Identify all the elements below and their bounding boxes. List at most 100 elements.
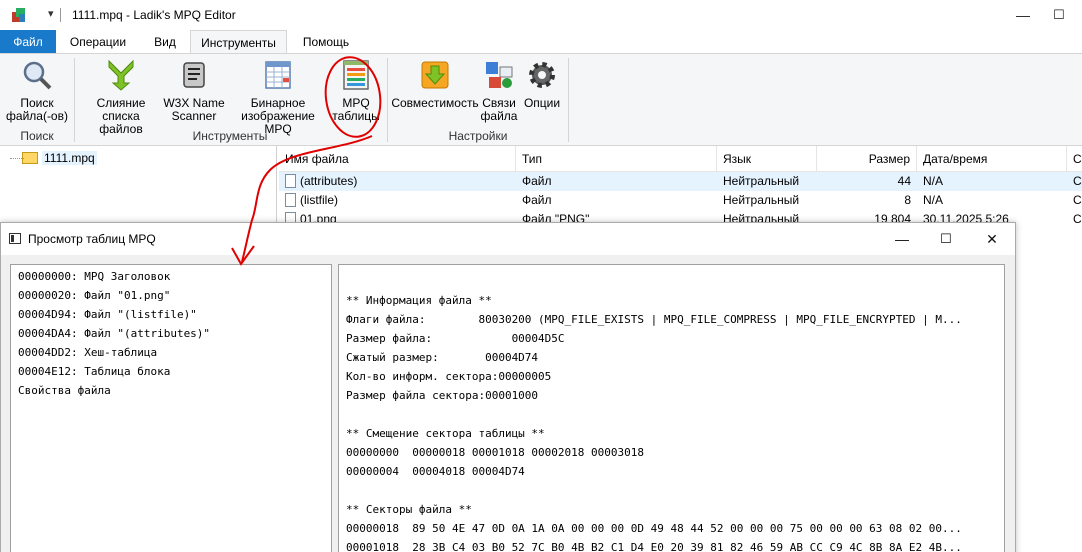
detail-line: Кол-во информ. сектора:00000005 xyxy=(346,370,552,383)
binary-table-icon xyxy=(265,61,291,89)
dialog-title: Просмотр таблиц MPQ xyxy=(28,232,156,246)
group-label-settings: Настройки xyxy=(448,129,508,143)
scroll-icon xyxy=(183,62,205,88)
tab-operations[interactable]: Операции xyxy=(58,30,138,54)
options-button[interactable]: Опции xyxy=(520,59,564,110)
list-item[interactable]: 00004DD2: Хеш-таблица xyxy=(18,343,157,362)
merge-arrow-icon xyxy=(108,59,134,91)
app-icon[interactable] xyxy=(10,6,28,24)
file-date: N/A xyxy=(923,174,944,188)
file-extra: C xyxy=(1073,174,1082,188)
group-label-search: Поиск xyxy=(20,129,54,143)
w3x-label-2: Scanner xyxy=(171,109,217,123)
group-separator xyxy=(568,58,569,142)
options-label: Опции xyxy=(523,96,561,110)
merge-listfile-button[interactable]: Слияние списка файлов xyxy=(80,59,162,136)
file-list: Имя файла Тип Язык Размер Дата/время С (… xyxy=(279,146,1082,226)
file-extra: C xyxy=(1073,193,1082,207)
detail-line: ** Секторы файла ** xyxy=(346,503,472,516)
group-separator xyxy=(387,58,388,142)
table-row[interactable]: (attributes) Файл Нейтральный 44 N/A C xyxy=(279,172,1082,191)
detail-line: ** Смещение сектора таблицы ** xyxy=(346,427,545,440)
magnifier-icon xyxy=(23,61,52,90)
list-item[interactable]: 00004DA4: Файл "(attributes)" xyxy=(18,324,210,343)
tree-root-label: 1111.mpq xyxy=(42,151,97,165)
file-name: (attributes) xyxy=(300,174,358,188)
column-header-more[interactable]: С xyxy=(1067,146,1082,172)
list-item[interactable]: 00004D94: Файл "(listfile)" xyxy=(18,305,197,324)
title-bar: ▾ 1111.mpq - Ladik's MPQ Editor — ☐ xyxy=(0,0,1082,30)
tab-file[interactable]: Файл xyxy=(0,30,56,54)
ribbon-panel: Поиск файла(-ов) Поиск Слияние списка фа… xyxy=(0,53,1082,146)
dialog-minimize-button[interactable]: — xyxy=(879,223,925,255)
detail-line: Размер файла сектора:00001000 xyxy=(346,389,539,402)
file-icon xyxy=(285,174,296,188)
mpq-tables-icon xyxy=(343,60,369,90)
group-separator xyxy=(74,58,75,142)
tab-view[interactable]: Вид xyxy=(140,30,190,54)
column-header-size[interactable]: Размер xyxy=(817,146,917,172)
list-item[interactable]: 00000000: MPQ Заголовок xyxy=(18,267,170,286)
column-header-type[interactable]: Тип xyxy=(516,146,717,172)
details-view[interactable]: ** Информация файла ** Флаги файла: 8003… xyxy=(338,264,1005,552)
file-language: Нейтральный xyxy=(723,193,800,207)
mpq-tables-dialog: Просмотр таблиц MPQ — ☐ ✕ 00000000: MPQ … xyxy=(0,222,1016,552)
compatibility-button[interactable]: Совместимость xyxy=(391,59,479,110)
file-name: (listfile) xyxy=(300,193,338,207)
structure-list[interactable]: 00000000: MPQ Заголовок 00000020: Файл "… xyxy=(10,264,332,552)
detail-line: Размер файла: 00004D5C xyxy=(346,332,565,345)
quick-access-dropdown-icon[interactable]: ▾ xyxy=(48,7,54,20)
detail-line: Флаги файла: 80030200 (MPQ_FILE_EXISTS |… xyxy=(346,313,962,326)
file-language: Нейтральный xyxy=(723,174,800,188)
dialog-title-bar: Просмотр таблиц MPQ — ☐ ✕ xyxy=(1,223,1015,255)
ribbon-tabs: Файл Операции Вид Инструменты Помощь xyxy=(0,30,1082,54)
detail-line: 00001018 28 3B C4 03 B0 52 7C B0 4B B2 C… xyxy=(346,541,962,552)
list-item[interactable]: Свойства файла xyxy=(18,381,111,400)
list-item[interactable]: 00000020: Файл "01.png" xyxy=(18,286,170,305)
mpq-tables-button[interactable]: MPQ таблицы xyxy=(330,59,382,123)
detail-line: Сжатый размер: 00004D74 xyxy=(346,351,539,364)
table-row[interactable]: (listfile) Файл Нейтральный 8 N/A C xyxy=(279,191,1082,210)
search-files-label-2: файла(-ов) xyxy=(6,109,68,123)
file-size: 44 xyxy=(897,174,911,188)
associations-icon xyxy=(486,62,513,88)
maximize-button[interactable]: ☐ xyxy=(1036,0,1082,30)
window-title: 1111.mpq - Ladik's MPQ Editor xyxy=(72,8,236,22)
w3x-name-scanner-button[interactable]: W3X Name Scanner xyxy=(163,59,225,123)
file-icon xyxy=(285,193,296,207)
detail-line: 00000018 89 50 4E 47 0D 0A 1A 0A 00 00 0… xyxy=(346,522,962,535)
detail-line: 00000004 00004018 00004D74 xyxy=(346,465,525,478)
file-type: Файл xyxy=(522,193,552,207)
dialog-maximize-button[interactable]: ☐ xyxy=(923,223,969,255)
download-arrow-icon xyxy=(421,61,449,89)
detail-line: 00000000 00000018 00001018 00002018 0000… xyxy=(346,446,645,459)
file-name-cell: (listfile) xyxy=(285,191,338,210)
compat-label: Совместимость xyxy=(391,96,479,110)
folder-icon xyxy=(22,152,38,164)
mpq-tables-label-2: таблицы xyxy=(332,109,380,123)
tree-item-root[interactable]: 1111.mpq xyxy=(10,151,97,165)
window-icon xyxy=(9,233,21,244)
detail-line: ** Информация файла ** xyxy=(346,294,492,307)
file-size: 8 xyxy=(904,193,911,207)
dialog-close-button[interactable]: ✕ xyxy=(969,223,1015,255)
title-separator xyxy=(60,8,61,22)
column-header-datetime[interactable]: Дата/время xyxy=(917,146,1067,172)
column-header-language[interactable]: Язык xyxy=(717,146,817,172)
list-item[interactable]: 00004E12: Таблица блока xyxy=(18,362,170,381)
file-date: N/A xyxy=(923,193,944,207)
tree-connector xyxy=(10,158,24,159)
file-type: Файл xyxy=(522,174,552,188)
search-files-button[interactable]: Поиск файла(-ов) xyxy=(4,59,70,123)
tree-view: 1111.mpq xyxy=(0,146,277,226)
group-label-tools: Инструменты xyxy=(192,129,268,143)
binary-image-button[interactable]: Бинарное изображение MPQ xyxy=(236,59,320,136)
column-header-name[interactable]: Имя файла xyxy=(279,146,516,172)
tab-help[interactable]: Помощь xyxy=(289,30,363,54)
file-associations-button[interactable]: Связи файла xyxy=(480,59,518,123)
file-extra: C xyxy=(1073,212,1082,226)
tab-tools[interactable]: Инструменты xyxy=(190,30,287,54)
gear-icon xyxy=(529,62,555,88)
assoc-label-2: файла xyxy=(480,109,518,123)
file-name-cell: (attributes) xyxy=(285,172,357,191)
